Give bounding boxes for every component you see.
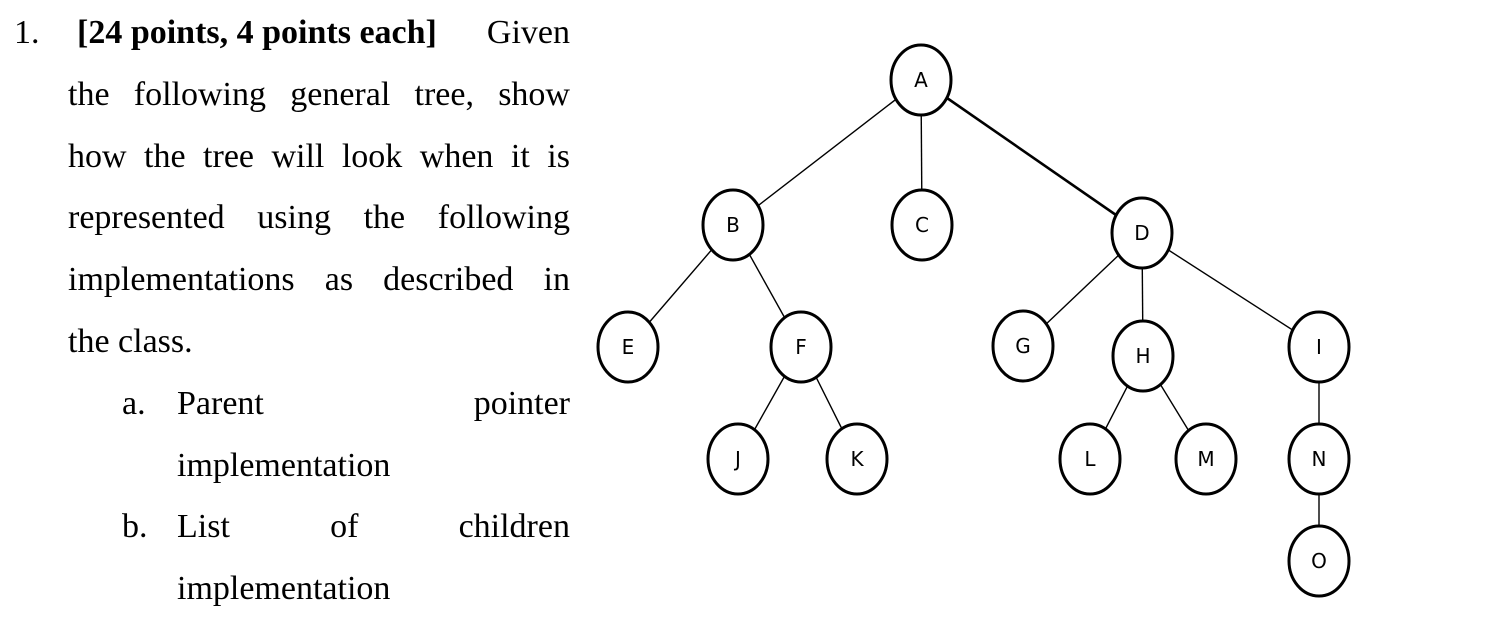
tree-node-f: F [769, 310, 833, 384]
tree-node-h: H [1111, 319, 1175, 393]
node-label: H [1135, 344, 1150, 368]
tree-node-d: D [1110, 196, 1174, 270]
general-tree-diagram: A B C D E F G H I J K L M N O [596, 43, 1351, 598]
tree-node-a: A [889, 43, 953, 117]
tree-node-n: N [1287, 422, 1351, 496]
node-label: N [1312, 447, 1327, 471]
tree-node-j: J [706, 422, 770, 496]
tree-node-c: C [890, 188, 954, 262]
node-label: C [915, 213, 929, 237]
tree-node-l: L [1058, 422, 1122, 496]
node-label: D [1134, 221, 1149, 245]
tree-node-b: B [701, 188, 765, 262]
tree-node-m: M [1174, 422, 1238, 496]
node-label: I [1316, 335, 1322, 359]
node-label: E [622, 335, 635, 359]
edge-a-b [732, 79, 922, 226]
node-label: A [914, 68, 928, 92]
tree-node-g: G [991, 309, 1055, 383]
node-label: B [726, 213, 740, 237]
tree-node-i: I [1287, 310, 1351, 384]
node-label: L [1084, 447, 1096, 471]
node-label: O [1311, 549, 1327, 573]
node-label: F [795, 335, 807, 359]
node-label: K [850, 447, 864, 471]
tree-node-k: K [825, 422, 889, 496]
edge-a-d [920, 78, 1143, 235]
tree-node-e: E [596, 310, 660, 384]
tree-node-o: O [1287, 524, 1351, 598]
node-label: G [1015, 334, 1031, 358]
node-label: J [733, 447, 741, 471]
node-label: M [1197, 447, 1214, 471]
